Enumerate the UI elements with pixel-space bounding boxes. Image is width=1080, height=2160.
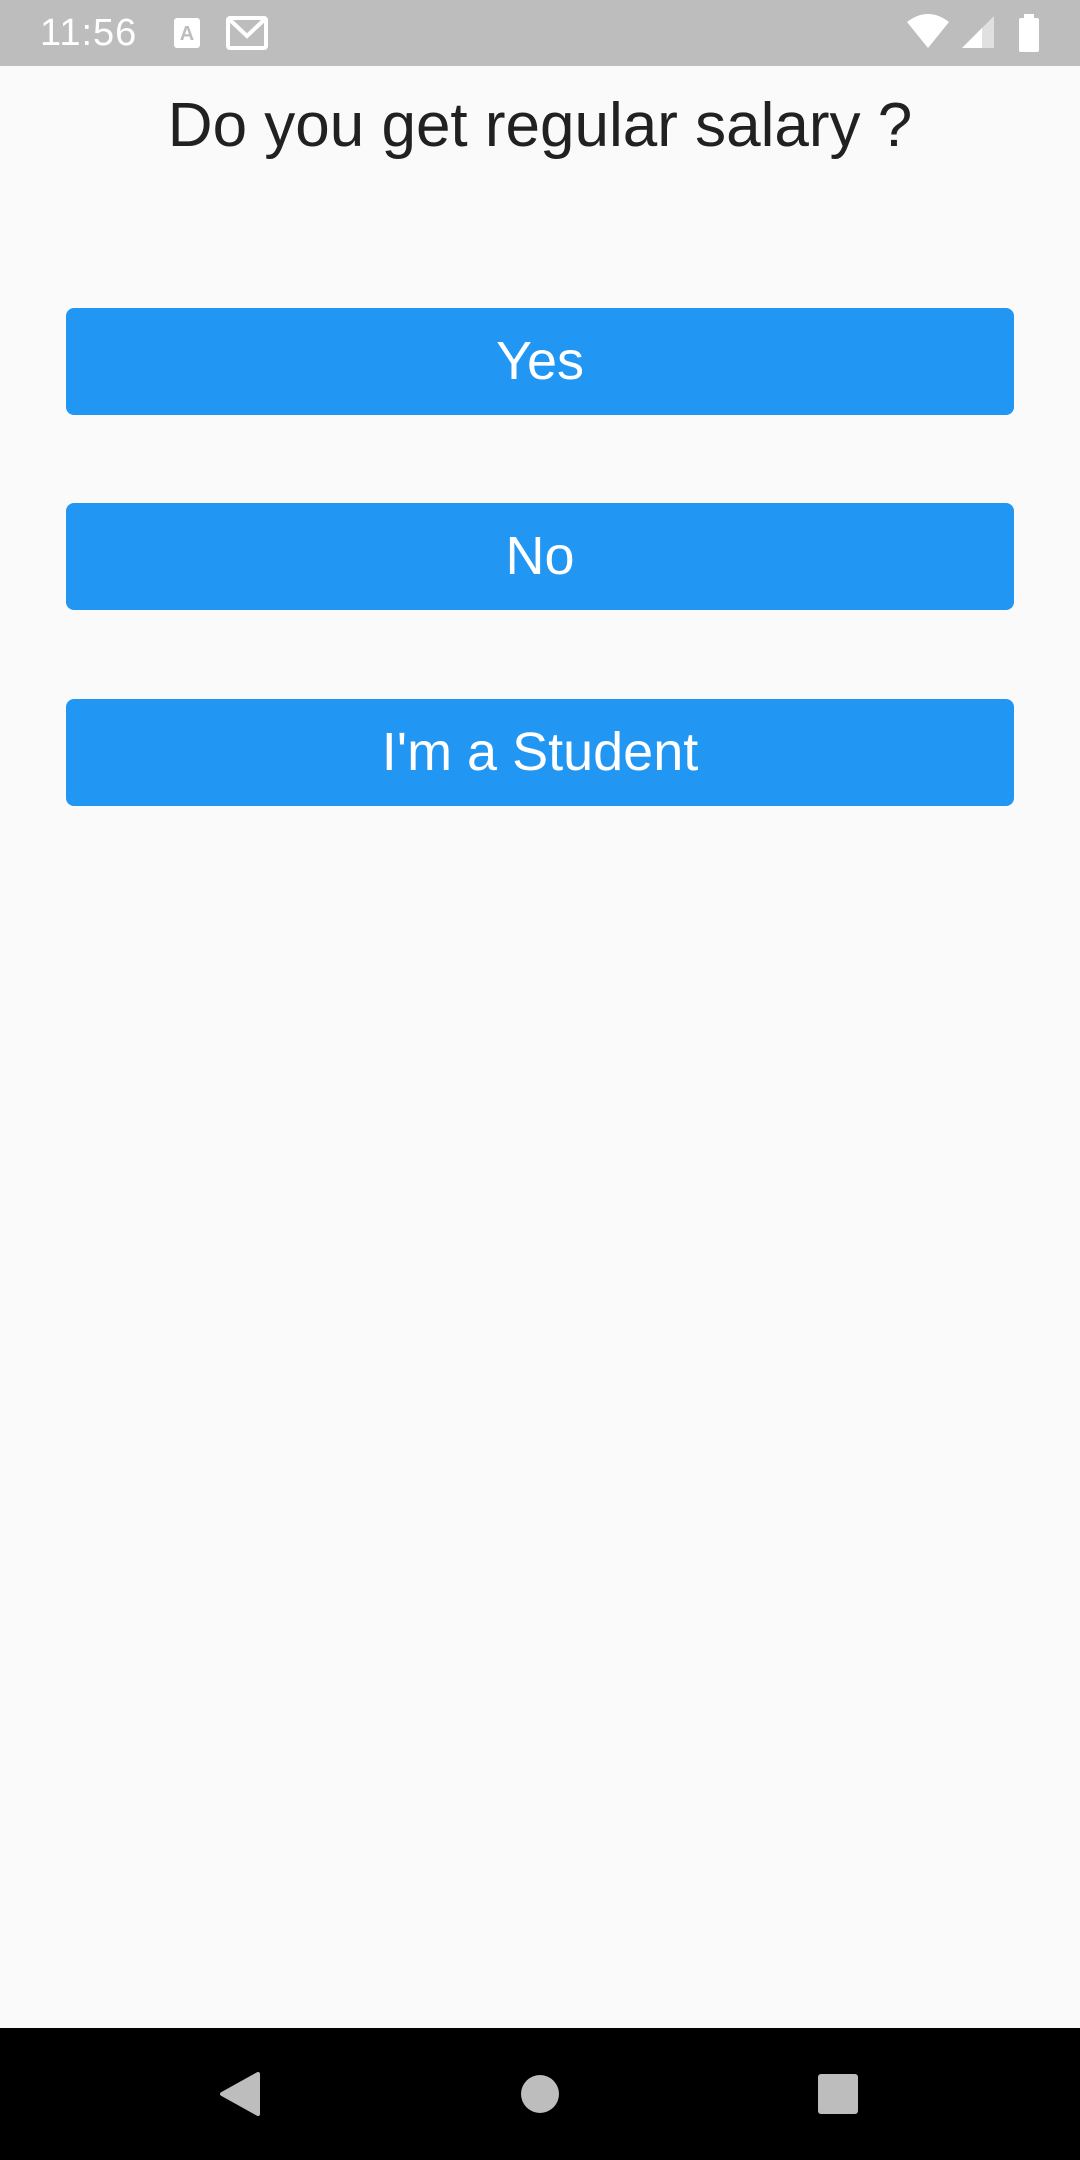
text-a-icon: A [172,16,202,55]
cellular-signal-icon [960,14,996,55]
yes-button[interactable]: Yes [66,308,1014,415]
no-button[interactable]: No [66,503,1014,610]
gmail-icon [226,16,268,55]
navigation-bar [0,2028,1080,2160]
wifi-icon [906,14,950,55]
battery-icon [1018,14,1040,57]
student-button[interactable]: I'm a Student [66,699,1014,806]
status-bar: 11:56 A [0,0,1080,66]
question-title: Do you get regular salary ? [167,91,913,160]
home-icon[interactable] [500,2054,580,2134]
svg-text:A: A [180,23,194,45]
recents-icon[interactable] [798,2054,878,2134]
status-time: 11:56 [40,12,138,54]
back-icon[interactable] [200,2054,280,2134]
